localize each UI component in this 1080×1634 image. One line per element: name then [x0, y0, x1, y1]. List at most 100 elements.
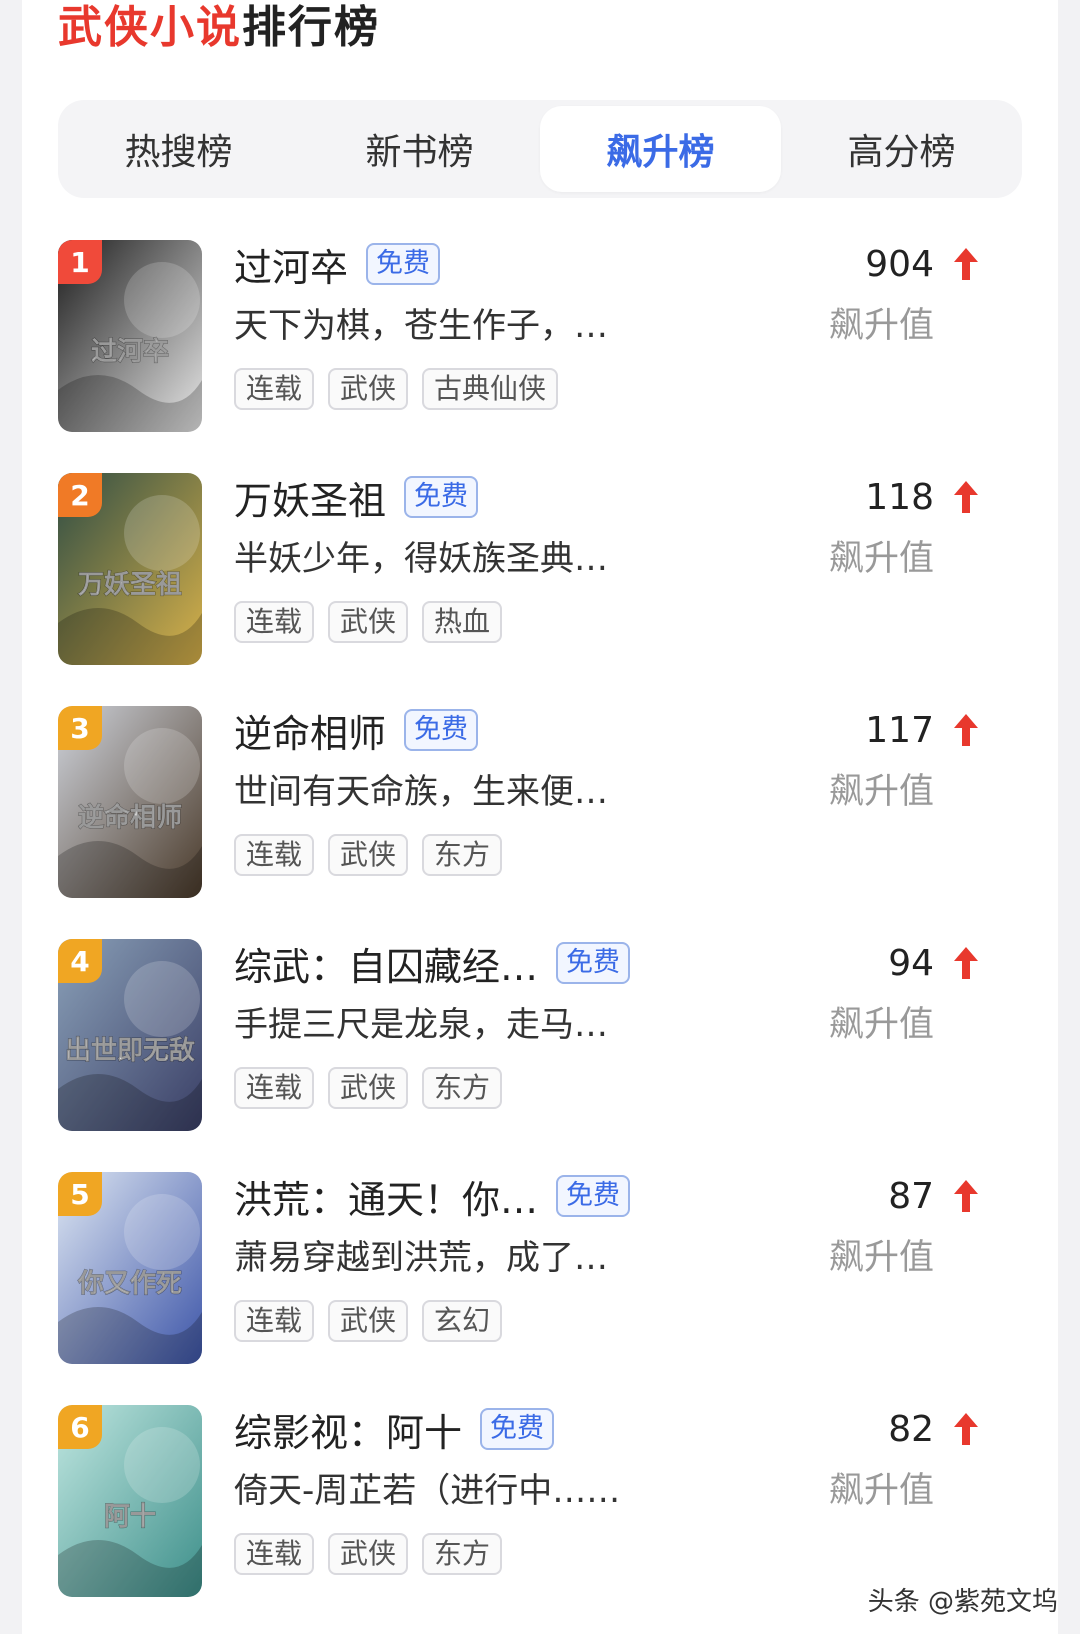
book-description: 世间有天命族，生来便…	[234, 772, 608, 812]
book-tags: 连载 武侠 东方	[234, 1067, 503, 1109]
rise-score-label: 飙升值	[828, 1005, 934, 1045]
rise-score: 87	[888, 1176, 934, 1217]
page-title-accent: 武侠小说	[58, 2, 242, 53]
book-title-text[interactable]: 万妖圣祖	[234, 470, 386, 525]
rank-badge: 1	[58, 240, 102, 284]
book-tag[interactable]: 连载	[234, 368, 315, 410]
book-tag[interactable]: 古典仙侠	[422, 368, 559, 410]
book-cover-image[interactable]: 过河卒 1	[58, 240, 202, 432]
arrow-up-icon	[954, 947, 978, 979]
rank-badge: 5	[58, 1172, 102, 1216]
rise-score: 94	[888, 943, 934, 984]
cover-text: 逆命相师	[78, 802, 182, 833]
book-row[interactable]: 你又作死 5 洪荒：通天！你… 免费 萧易穿越到洪荒，成了… 连载 武侠 玄幻 87…	[58, 1170, 1022, 1403]
free-badge: 免费	[404, 476, 479, 518]
book-tag[interactable]: 连载	[234, 1067, 315, 1109]
book-tag[interactable]: 连载	[234, 1300, 315, 1342]
book-cover-image[interactable]: 万妖圣祖 2	[58, 473, 202, 665]
arrow-up-icon	[954, 248, 978, 280]
book-title[interactable]: 综武：自囚藏经… 免费	[234, 936, 631, 991]
arrow-up-icon	[954, 481, 978, 513]
book-title[interactable]: 过河卒 免费	[234, 237, 441, 292]
free-badge: 免费	[556, 1175, 631, 1217]
free-badge: 免费	[404, 709, 479, 751]
book-title-text[interactable]: 洪荒：通天！你…	[234, 1169, 538, 1224]
arrow-up-icon	[954, 1413, 978, 1445]
book-tag[interactable]: 东方	[422, 1533, 503, 1575]
book-tag[interactable]: 热血	[422, 601, 503, 643]
rank-badge: 4	[58, 939, 102, 983]
book-description: 萧易穿越到洪荒，成了…	[234, 1238, 608, 1278]
book-title[interactable]: 洪荒：通天！你… 免费	[234, 1169, 631, 1224]
book-title[interactable]: 综影视：阿十 免费	[234, 1402, 555, 1457]
arrow-up-icon	[954, 1180, 978, 1212]
rise-score: 82	[888, 1409, 934, 1450]
arrow-up-icon	[954, 714, 978, 746]
cover-text: 出世即无敌	[65, 1036, 195, 1066]
page-title-rest: 排行榜	[242, 2, 380, 53]
book-cover-image[interactable]: 逆命相师 3	[58, 706, 202, 898]
rank-badge: 6	[58, 1405, 102, 1449]
book-tag[interactable]: 武侠	[328, 1067, 409, 1109]
page: 武侠小说排行榜 热搜榜 新书榜 飙升榜 高分榜 过河卒 1 过河卒 免费 天下为…	[0, 0, 1080, 1634]
rise-score-label: 飙升值	[828, 1238, 934, 1278]
book-tags: 连载 武侠 东方	[234, 834, 503, 876]
cover-text: 阿十	[104, 1502, 156, 1532]
rank-badge: 2	[58, 473, 102, 517]
watermark: 头条 @紫苑文坞	[867, 1587, 1058, 1617]
ranking-tabs: 热搜榜 新书榜 飙升榜 高分榜	[58, 100, 1022, 198]
cover-text: 过河卒	[91, 336, 169, 367]
tab-high-score[interactable]: 高分榜	[781, 100, 1022, 198]
book-row[interactable]: 万妖圣祖 2 万妖圣祖 免费 半妖少年，得妖族圣典… 连载 武侠 热血 118 飙升…	[58, 471, 1022, 704]
rise-score-label: 飙升值	[828, 1471, 934, 1511]
free-badge: 免费	[556, 942, 631, 984]
book-row[interactable]: 出世即无敌 4 综武：自囚藏经… 免费 手提三尺是龙泉，走马… 连载 武侠 东方 9…	[58, 937, 1022, 1170]
rise-score: 904	[865, 244, 934, 285]
book-cover-image[interactable]: 你又作死 5	[58, 1172, 202, 1364]
book-row[interactable]: 逆命相师 3 逆命相师 免费 世间有天命族，生来便… 连载 武侠 东方 117 飙升…	[58, 704, 1022, 937]
book-tag[interactable]: 武侠	[328, 1533, 409, 1575]
book-tags: 连载 武侠 东方	[234, 1533, 503, 1575]
rise-score: 117	[865, 710, 934, 751]
book-tag[interactable]: 连载	[234, 601, 315, 643]
book-description: 倚天-周芷若（进行中……	[234, 1471, 621, 1511]
book-tag[interactable]: 东方	[422, 834, 503, 876]
book-description: 天下为棋，苍生作子，…	[234, 306, 608, 346]
book-title[interactable]: 万妖圣祖 免费	[234, 470, 479, 525]
book-tag[interactable]: 武侠	[328, 601, 409, 643]
book-tag[interactable]: 连载	[234, 1533, 315, 1575]
book-description: 手提三尺是龙泉，走马…	[234, 1005, 608, 1045]
book-tag[interactable]: 武侠	[328, 834, 409, 876]
tab-rising[interactable]: 飙升榜	[540, 106, 781, 192]
book-title[interactable]: 逆命相师 免费	[234, 703, 479, 758]
book-cover-image[interactable]: 出世即无敌 4	[58, 939, 202, 1131]
page-title: 武侠小说排行榜	[58, 0, 380, 56]
rise-score: 118	[865, 477, 934, 518]
book-tags: 连载 武侠 热血	[234, 601, 503, 643]
book-title-text[interactable]: 过河卒	[234, 237, 348, 292]
rise-score-label: 飙升值	[828, 306, 934, 346]
book-tag[interactable]: 武侠	[328, 1300, 409, 1342]
cover-text: 万妖圣祖	[78, 570, 182, 600]
book-title-text[interactable]: 综武：自囚藏经…	[234, 936, 538, 991]
free-badge: 免费	[366, 243, 441, 285]
book-row[interactable]: 过河卒 1 过河卒 免费 天下为棋，苍生作子，… 连载 武侠 古典仙侠 904 飙升…	[58, 238, 1022, 471]
book-tags: 连载 武侠 古典仙侠	[234, 368, 559, 410]
book-tags: 连载 武侠 玄幻	[234, 1300, 503, 1342]
book-title-text[interactable]: 逆命相师	[234, 703, 386, 758]
rise-score-label: 飙升值	[828, 772, 934, 812]
book-tag[interactable]: 东方	[422, 1067, 503, 1109]
tab-hot-search[interactable]: 热搜榜	[58, 100, 299, 198]
book-cover-image[interactable]: 阿十 6	[58, 1405, 202, 1597]
cover-text: 你又作死	[77, 1269, 182, 1299]
book-title-text[interactable]: 综影视：阿十	[234, 1402, 462, 1457]
book-description: 半妖少年，得妖族圣典…	[234, 539, 608, 579]
free-badge: 免费	[480, 1408, 555, 1450]
book-tag[interactable]: 武侠	[328, 368, 409, 410]
book-tag[interactable]: 玄幻	[422, 1300, 503, 1342]
tab-new-books[interactable]: 新书榜	[299, 100, 540, 198]
book-tag[interactable]: 连载	[234, 834, 315, 876]
rise-score-label: 飙升值	[828, 539, 934, 579]
book-list: 过河卒 1 过河卒 免费 天下为棋，苍生作子，… 连载 武侠 古典仙侠 904 飙升…	[58, 238, 1022, 1634]
rank-badge: 3	[58, 706, 102, 750]
